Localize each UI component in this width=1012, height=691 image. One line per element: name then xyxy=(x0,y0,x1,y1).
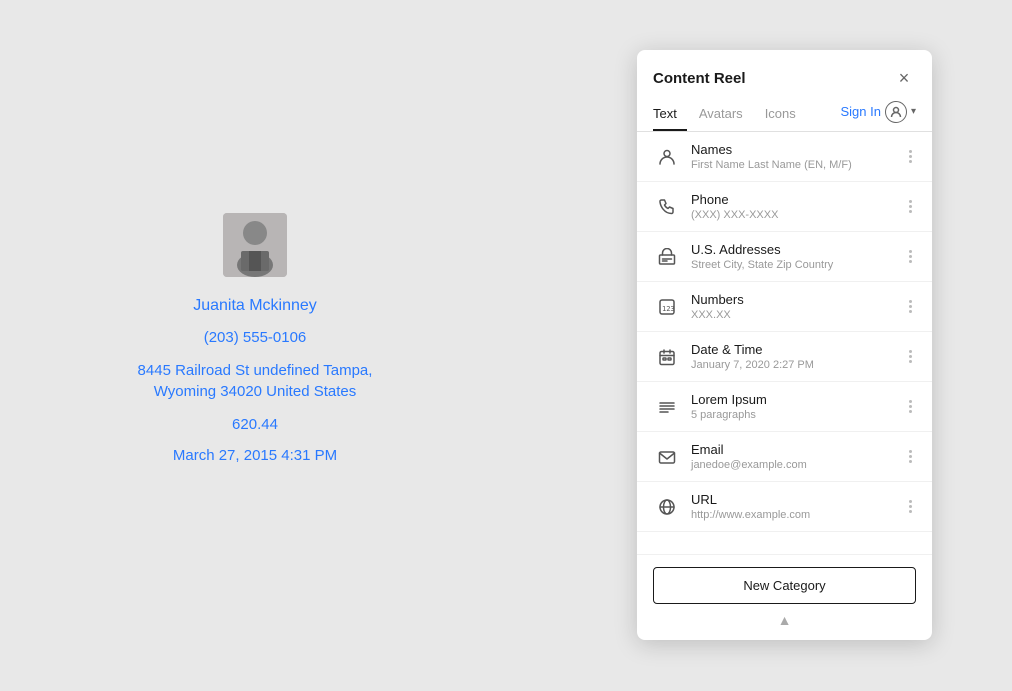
preview-datetime: March 27, 2015 4:31 PM xyxy=(173,447,337,464)
item-title: U.S. Addresses xyxy=(691,242,905,257)
item-title: Lorem Ipsum xyxy=(691,392,905,407)
content-reel-dialog: Content Reel × Text Avatars Icons Sign I… xyxy=(637,50,932,640)
list-item[interactable]: 123 Numbers XXX.XX xyxy=(637,282,932,332)
list-item[interactable]: Lorem Ipsum 5 paragraphs xyxy=(637,382,932,432)
preview-number: 620.44 xyxy=(232,416,278,433)
dialog-tabs: Text Avatars Icons Sign In ▾ xyxy=(637,90,932,132)
avatar xyxy=(223,213,287,277)
list-item[interactable]: U.S. Addresses Street City, State Zip Co… xyxy=(637,232,932,282)
item-datetime-text: Date & Time January 7, 2020 2:27 PM xyxy=(691,342,905,371)
more-options-button[interactable] xyxy=(905,246,916,267)
dialog-footer: New Category ▲ xyxy=(637,554,932,640)
tab-avatars[interactable]: Avatars xyxy=(689,100,753,131)
more-options-button[interactable] xyxy=(905,396,916,417)
item-numbers-text: Numbers XXX.XX xyxy=(691,292,905,321)
item-email-text: Email janedoe@example.com xyxy=(691,442,905,471)
item-title: Date & Time xyxy=(691,342,905,357)
list-item[interactable]: Phone (XXX) XXX-XXXX xyxy=(637,182,932,232)
sign-in-button[interactable]: Sign In ▾ xyxy=(840,101,916,131)
preview-name: Juanita Mckinney xyxy=(193,297,317,315)
calendar-icon xyxy=(653,348,681,366)
phone-icon xyxy=(653,198,681,216)
list-item[interactable]: URL http://www.example.com xyxy=(637,482,932,532)
item-title: Numbers xyxy=(691,292,905,307)
item-subtitle: January 7, 2020 2:27 PM xyxy=(691,359,905,371)
item-lorem-text: Lorem Ipsum 5 paragraphs xyxy=(691,392,905,421)
more-options-button[interactable] xyxy=(905,346,916,367)
item-subtitle: (XXX) XXX-XXXX xyxy=(691,209,905,221)
email-icon xyxy=(653,448,681,466)
more-options-button[interactable] xyxy=(905,496,916,517)
item-subtitle: XXX.XX xyxy=(691,309,905,321)
lorem-icon xyxy=(653,398,681,416)
item-title: Phone xyxy=(691,192,905,207)
more-options-button[interactable] xyxy=(905,446,916,467)
dialog-list: Names First Name Last Name (EN, M/F) Pho… xyxy=(637,132,932,554)
dialog-header: Content Reel × xyxy=(637,50,932,90)
svg-text:123: 123 xyxy=(662,305,675,313)
item-subtitle: Street City, State Zip Country xyxy=(691,259,905,271)
item-subtitle: http://www.example.com xyxy=(691,509,905,521)
more-options-button[interactable] xyxy=(905,296,916,317)
url-icon xyxy=(653,498,681,516)
item-url-text: URL http://www.example.com xyxy=(691,492,905,521)
item-names-text: Names First Name Last Name (EN, M/F) xyxy=(691,142,905,171)
new-category-button[interactable]: New Category xyxy=(653,567,916,604)
list-item[interactable]: Names First Name Last Name (EN, M/F) xyxy=(637,132,932,182)
close-button[interactable]: × xyxy=(892,66,916,90)
item-title: URL xyxy=(691,492,905,507)
chevron-down-icon: ▾ xyxy=(911,106,916,117)
item-subtitle: janedoe@example.com xyxy=(691,459,905,471)
more-options-button[interactable] xyxy=(905,196,916,217)
tab-icons[interactable]: Icons xyxy=(755,100,806,131)
tab-text[interactable]: Text xyxy=(653,100,687,131)
item-title: Names xyxy=(691,142,905,157)
more-options-button[interactable] xyxy=(905,146,916,167)
numbers-icon: 123 xyxy=(653,298,681,316)
sign-in-label: Sign In xyxy=(840,104,880,119)
preview-address: 8445 Railroad St undefined Tampa,Wyoming… xyxy=(138,360,373,402)
address-icon xyxy=(653,248,681,266)
item-title: Email xyxy=(691,442,905,457)
collapse-arrow-icon[interactable]: ▲ xyxy=(778,612,792,628)
person-icon xyxy=(653,148,681,166)
item-address-text: U.S. Addresses Street City, State Zip Co… xyxy=(691,242,905,271)
user-icon xyxy=(885,101,907,123)
item-subtitle: 5 paragraphs xyxy=(691,409,905,421)
preview-area: Juanita Mckinney (203) 555-0106 8445 Rai… xyxy=(0,0,510,691)
list-item[interactable]: Email janedoe@example.com xyxy=(637,432,932,482)
dialog-title: Content Reel xyxy=(653,70,746,87)
item-phone-text: Phone (XXX) XXX-XXXX xyxy=(691,192,905,221)
item-subtitle: First Name Last Name (EN, M/F) xyxy=(691,159,905,171)
preview-phone: (203) 555-0106 xyxy=(204,329,307,346)
list-item[interactable]: Date & Time January 7, 2020 2:27 PM xyxy=(637,332,932,382)
